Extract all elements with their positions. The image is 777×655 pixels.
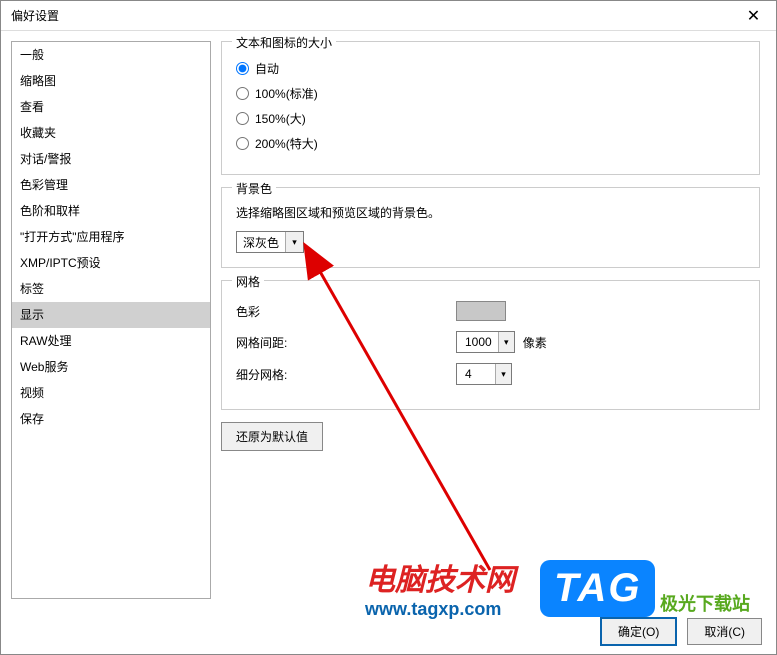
sidebar: 一般 缩略图 查看 收藏夹 对话/警报 色彩管理 色阶和取样 "打开方式"应用程… [11,41,211,599]
sidebar-item-open-with[interactable]: "打开方式"应用程序 [12,224,210,250]
sidebar-item-display[interactable]: 显示 [12,302,210,328]
background-color-value: 深灰色 [237,234,285,251]
sidebar-item-favorites[interactable]: 收藏夹 [12,120,210,146]
grid-spacing-unit: 像素 [523,334,547,351]
sidebar-item-general[interactable]: 一般 [12,42,210,68]
grid-group-title: 网格 [232,273,264,290]
reset-defaults-button[interactable]: 还原为默认值 [221,422,323,451]
background-color-select[interactable]: 深灰色 ▾ [236,231,304,253]
background-description: 选择缩略图区域和预览区域的背景色。 [236,204,745,221]
sidebar-item-raw[interactable]: RAW处理 [12,328,210,354]
chevron-down-icon: ▾ [495,364,511,384]
titlebar: 偏好设置 ✕ [1,1,776,31]
grid-subdivision-value: 4 [457,367,495,381]
sidebar-item-video[interactable]: 视频 [12,380,210,406]
grid-color-label: 色彩 [236,303,456,320]
sidebar-item-thumbnail[interactable]: 缩略图 [12,68,210,94]
radio-100-label: 100%(标准) [255,85,318,102]
text-size-group-title: 文本和图标的大小 [232,34,336,51]
radio-200-label: 200%(特大) [255,135,318,152]
background-group-title: 背景色 [232,180,276,197]
sidebar-item-xmp-iptc[interactable]: XMP/IPTC预设 [12,250,210,276]
radio-100-input[interactable] [236,87,249,100]
grid-group: 网格 色彩 网格间距: 1000 ▾ 像素 [221,280,760,410]
grid-spacing-label: 网格间距: [236,334,456,351]
sidebar-item-color-management[interactable]: 色彩管理 [12,172,210,198]
ok-button[interactable]: 确定(O) [600,617,677,646]
radio-200[interactable]: 200%(特大) [236,135,745,152]
sidebar-item-save[interactable]: 保存 [12,406,210,432]
radio-200-input[interactable] [236,137,249,150]
sidebar-item-view[interactable]: 查看 [12,94,210,120]
content-area: 一般 缩略图 查看 收藏夹 对话/警报 色彩管理 色阶和取样 "打开方式"应用程… [1,31,776,609]
radio-150[interactable]: 150%(大) [236,110,745,127]
sidebar-item-levels-sampling[interactable]: 色阶和取样 [12,198,210,224]
radio-150-label: 150%(大) [255,110,306,127]
grid-spacing-row: 网格间距: 1000 ▾ 像素 [236,331,745,353]
main-panel: 文本和图标的大小 自动 100%(标准) 150%(大) 200%(特大) [221,41,766,599]
text-size-group: 文本和图标的大小 自动 100%(标准) 150%(大) 200%(特大) [221,41,760,175]
background-group: 背景色 选择缩略图区域和预览区域的背景色。 深灰色 ▾ [221,187,760,268]
close-button[interactable]: ✕ [731,1,776,31]
radio-150-input[interactable] [236,112,249,125]
cancel-button[interactable]: 取消(C) [687,618,762,645]
radio-auto[interactable]: 自动 [236,60,745,77]
chevron-down-icon: ▾ [285,232,303,252]
grid-subdivision-row: 细分网格: 4 ▾ [236,363,745,385]
dialog-footer: 确定(O) 取消(C) [1,609,776,654]
grid-subdivision-select[interactable]: 4 ▾ [456,363,512,385]
sidebar-item-web[interactable]: Web服务 [12,354,210,380]
sidebar-item-labels[interactable]: 标签 [12,276,210,302]
radio-auto-input[interactable] [236,62,249,75]
grid-subdivision-label: 细分网格: [236,366,456,383]
grid-spacing-value: 1000 [457,335,498,349]
sidebar-item-dialog-alert[interactable]: 对话/警报 [12,146,210,172]
chevron-down-icon: ▾ [498,332,514,352]
radio-100[interactable]: 100%(标准) [236,85,745,102]
radio-auto-label: 自动 [255,60,279,77]
grid-color-row: 色彩 [236,301,745,321]
close-icon: ✕ [747,6,760,26]
grid-spacing-select[interactable]: 1000 ▾ [456,331,515,353]
preferences-dialog: 偏好设置 ✕ 一般 缩略图 查看 收藏夹 对话/警报 色彩管理 色阶和取样 "打… [0,0,777,655]
grid-color-swatch[interactable] [456,301,506,321]
window-title: 偏好设置 [11,7,59,24]
